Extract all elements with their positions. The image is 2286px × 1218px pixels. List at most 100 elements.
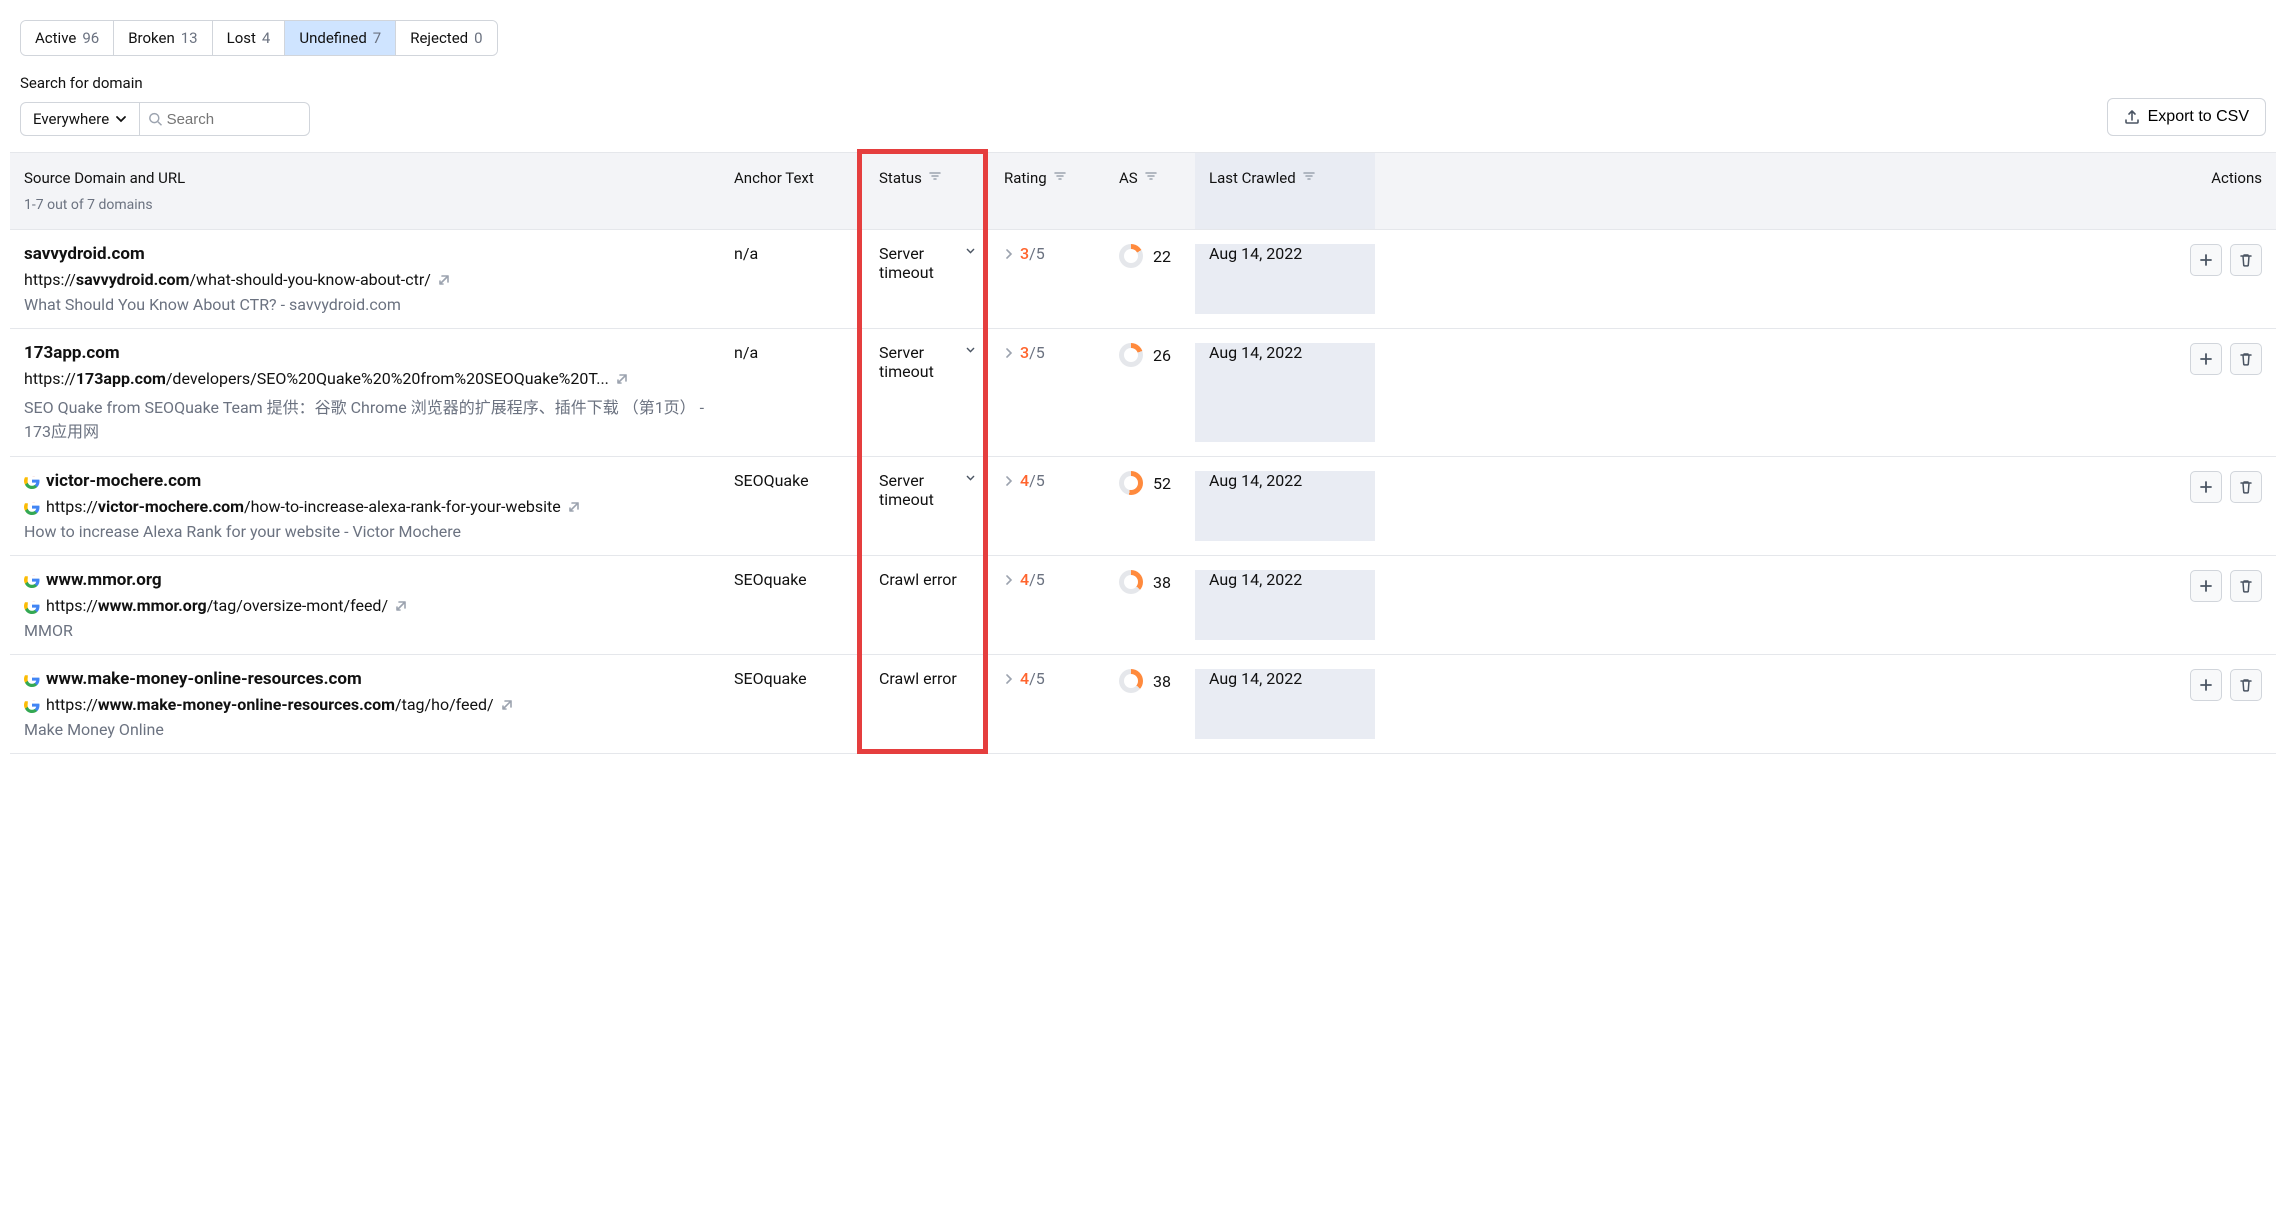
- rating-value[interactable]: 3/5: [1004, 244, 1091, 263]
- plus-icon: [2198, 479, 2214, 495]
- chevron-down-icon[interactable]: [965, 343, 976, 357]
- table-header: Source Domain and URL 1-7 out of 7 domai…: [10, 152, 2276, 230]
- tab-undefined[interactable]: Undefined 7: [285, 21, 396, 55]
- delete-button[interactable]: [2230, 244, 2262, 276]
- col-source[interactable]: Source Domain and URL 1-7 out of 7 domai…: [10, 153, 720, 229]
- sort-icon: [1144, 169, 1158, 183]
- rating-value[interactable]: 4/5: [1004, 570, 1091, 589]
- last-crawled-date: Aug 14, 2022: [1195, 471, 1375, 541]
- source-url[interactable]: https://www.mmor.org/tag/oversize-mont/f…: [24, 596, 408, 615]
- page-title-text: How to increase Alexa Rank for your webs…: [24, 522, 461, 541]
- delete-button[interactable]: [2230, 570, 2262, 602]
- plus-icon: [2198, 677, 2214, 693]
- col-actions: Actions: [1375, 153, 2276, 229]
- trash-icon: [2238, 252, 2254, 268]
- rating-value[interactable]: 4/5: [1004, 669, 1091, 688]
- add-button[interactable]: [2190, 343, 2222, 375]
- plus-icon: [2198, 252, 2214, 268]
- table-row: savvydroid.com https://savvydroid.com/wh…: [10, 230, 2276, 329]
- col-as[interactable]: AS: [1105, 153, 1195, 229]
- add-button[interactable]: [2190, 244, 2222, 276]
- donut-icon: [1119, 570, 1143, 594]
- authority-score: 38: [1119, 669, 1181, 693]
- add-button[interactable]: [2190, 471, 2222, 503]
- anchor-text: SEOquake: [720, 669, 865, 739]
- external-link-icon[interactable]: [567, 500, 581, 514]
- export-icon: [2124, 109, 2140, 125]
- table-row: www.make-money-online-resources.com http…: [10, 655, 2276, 754]
- sort-icon: [928, 169, 942, 183]
- rating-value[interactable]: 4/5: [1004, 471, 1091, 490]
- source-url[interactable]: https://savvydroid.com/what-should-you-k…: [24, 270, 451, 289]
- status-value[interactable]: Server timeout: [879, 244, 976, 282]
- add-button[interactable]: [2190, 669, 2222, 701]
- chevron-right-icon: [1004, 249, 1014, 259]
- last-crawled-date: Aug 14, 2022: [1195, 570, 1375, 640]
- search-scope-dropdown[interactable]: Everywhere: [20, 102, 140, 136]
- authority-score: 52: [1119, 471, 1181, 495]
- last-crawled-date: Aug 14, 2022: [1195, 669, 1375, 739]
- chevron-right-icon: [1004, 575, 1014, 585]
- col-rating[interactable]: Rating: [990, 153, 1105, 229]
- search-label: Search for domain: [20, 74, 310, 92]
- plus-icon: [2198, 578, 2214, 594]
- sort-icon: [1053, 169, 1067, 183]
- status-value[interactable]: Crawl error: [879, 570, 976, 589]
- donut-icon: [1119, 471, 1143, 495]
- trash-icon: [2238, 351, 2254, 367]
- filter-tabs: Active 96Broken 13Lost 4Undefined 7Rejec…: [20, 20, 498, 56]
- status-value[interactable]: Server timeout: [879, 471, 976, 509]
- external-link-icon[interactable]: [437, 273, 451, 287]
- col-last-crawled[interactable]: Last Crawled: [1195, 153, 1375, 229]
- favicon-icon: [24, 697, 40, 713]
- toolbar: Search for domain Everywhere Export to C…: [20, 74, 2276, 136]
- last-crawled-date: Aug 14, 2022: [1195, 244, 1375, 314]
- tab-broken[interactable]: Broken 13: [114, 21, 212, 55]
- tab-lost[interactable]: Lost 4: [213, 21, 286, 55]
- page-title-text: Make Money Online: [24, 720, 164, 739]
- last-crawled-date: Aug 14, 2022: [1195, 343, 1375, 442]
- authority-score: 26: [1119, 343, 1181, 367]
- chevron-down-icon: [115, 113, 127, 125]
- tab-active[interactable]: Active 96: [21, 21, 114, 55]
- source-url[interactable]: https://victor-mochere.com/how-to-increa…: [24, 497, 581, 516]
- chevron-right-icon: [1004, 348, 1014, 358]
- trash-icon: [2238, 479, 2254, 495]
- source-domain[interactable]: savvydroid.com: [24, 244, 145, 264]
- backlinks-table: Source Domain and URL 1-7 out of 7 domai…: [10, 152, 2276, 754]
- chevron-right-icon: [1004, 476, 1014, 486]
- sort-icon: [1302, 169, 1316, 183]
- trash-icon: [2238, 578, 2254, 594]
- external-link-icon[interactable]: [615, 372, 629, 386]
- anchor-text: SEOQuake: [720, 471, 865, 541]
- delete-button[interactable]: [2230, 471, 2262, 503]
- search-input[interactable]: [163, 104, 302, 135]
- external-link-icon[interactable]: [394, 599, 408, 613]
- source-url[interactable]: https://173app.com/developers/SEO%20Quak…: [24, 369, 629, 388]
- rating-value[interactable]: 3/5: [1004, 343, 1091, 362]
- chevron-down-icon[interactable]: [965, 471, 976, 485]
- col-anchor[interactable]: Anchor Text: [720, 153, 865, 229]
- anchor-text: n/a: [720, 343, 865, 442]
- add-button[interactable]: [2190, 570, 2222, 602]
- source-domain[interactable]: 173app.com: [24, 343, 120, 363]
- source-domain[interactable]: www.mmor.org: [24, 570, 162, 590]
- favicon-icon: [24, 598, 40, 614]
- tab-rejected[interactable]: Rejected 0: [396, 21, 496, 55]
- status-value[interactable]: Crawl error: [879, 669, 976, 688]
- source-url[interactable]: https://www.make-money-online-resources.…: [24, 695, 514, 714]
- anchor-text: SEOquake: [720, 570, 865, 640]
- source-domain[interactable]: www.make-money-online-resources.com: [24, 669, 362, 689]
- page-title-text: MMOR: [24, 621, 73, 640]
- search-icon: [148, 111, 162, 127]
- chevron-down-icon[interactable]: [965, 244, 976, 258]
- status-value[interactable]: Server timeout: [879, 343, 976, 381]
- delete-button[interactable]: [2230, 669, 2262, 701]
- external-link-icon[interactable]: [500, 698, 514, 712]
- delete-button[interactable]: [2230, 343, 2262, 375]
- source-domain[interactable]: victor-mochere.com: [24, 471, 201, 491]
- favicon-icon: [24, 473, 40, 489]
- col-status[interactable]: Status: [865, 153, 990, 229]
- export-csv-button[interactable]: Export to CSV: [2107, 98, 2266, 136]
- export-label: Export to CSV: [2148, 108, 2249, 126]
